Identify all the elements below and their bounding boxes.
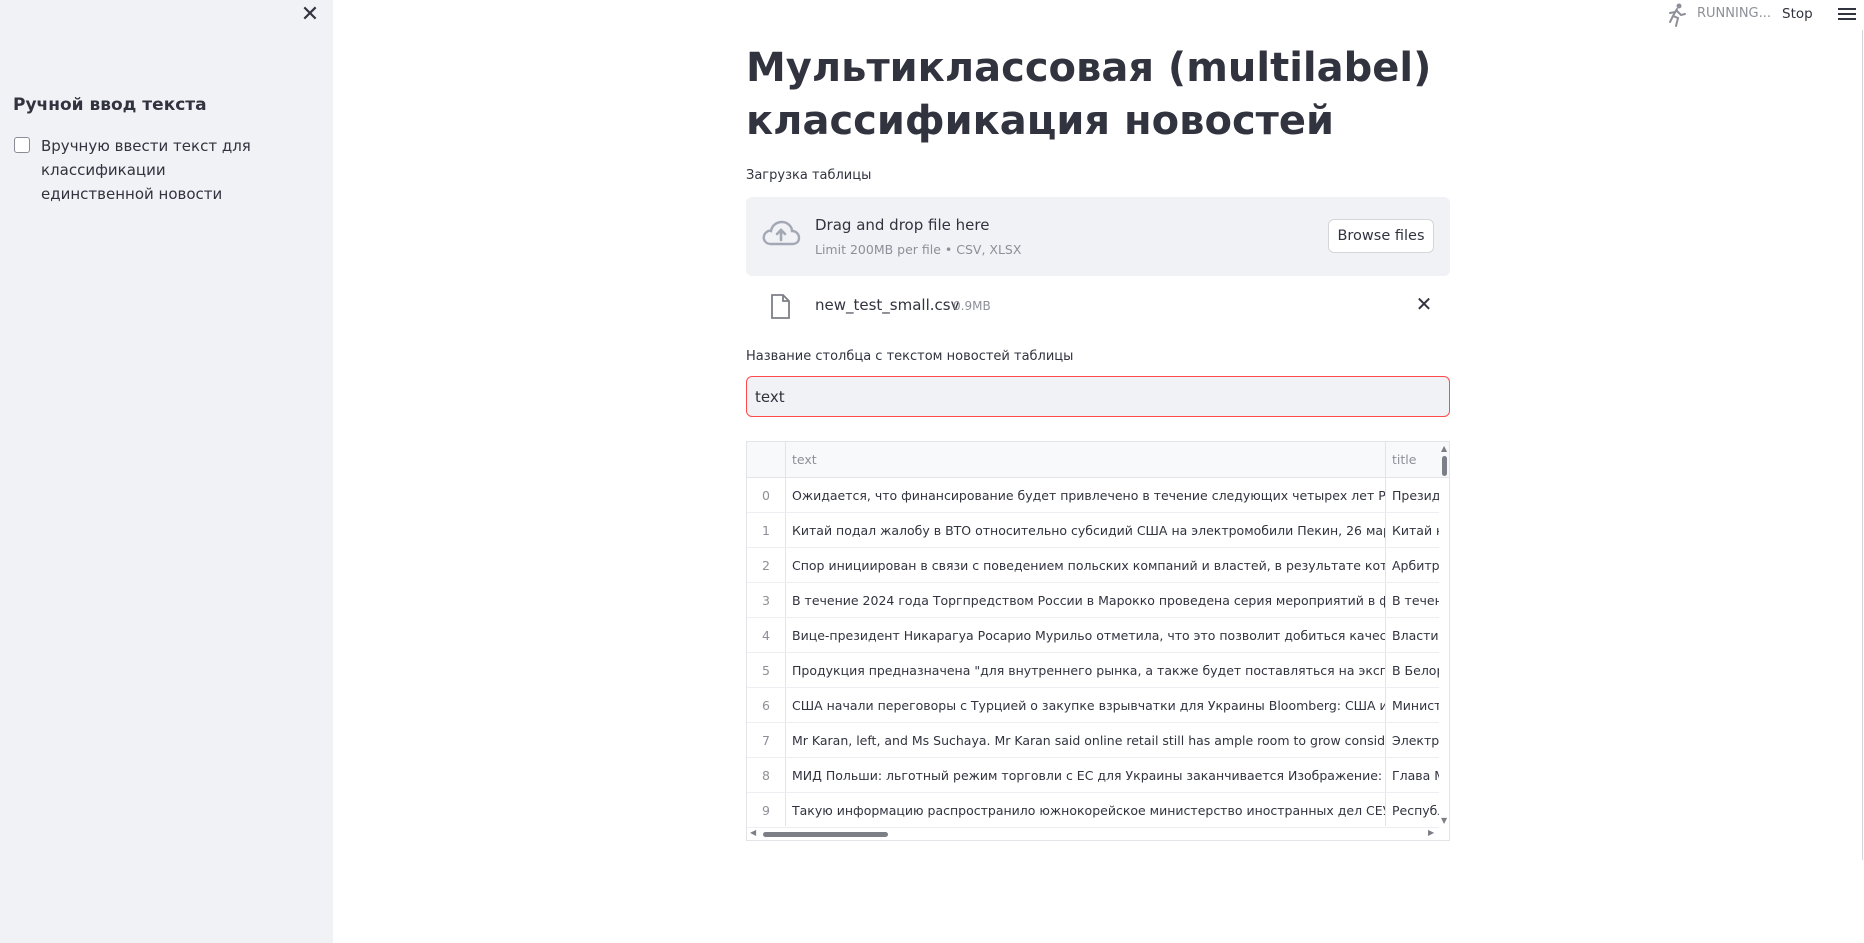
column-header-text[interactable]: text <box>785 442 817 478</box>
cell-title[interactable]: Власти <box>1385 618 1439 653</box>
table-row[interactable]: 1 Китай подал жалобу в ВТО относительно с… <box>747 513 1439 548</box>
cell-title[interactable]: Электро <box>1385 723 1439 758</box>
cell-title[interactable]: Республ <box>1385 793 1439 828</box>
cell-title[interactable]: Арбитра <box>1385 548 1439 583</box>
scroll-up-arrow[interactable]: ▲ <box>1441 444 1447 453</box>
scroll-down-arrow[interactable]: ▼ <box>1441 816 1447 825</box>
close-sidebar-icon[interactable]: ✕ <box>298 3 322 27</box>
cell-title[interactable]: Минист <box>1385 688 1439 723</box>
data-table[interactable]: text title 0 Ожидается, что финансировани… <box>746 441 1450 841</box>
row-index: 2 <box>762 558 770 573</box>
table-row[interactable]: 7 Mr Karan, left, and Ms Suchaya. Mr Kara… <box>747 723 1439 758</box>
file-uploader-label: Загрузка таблицы <box>746 168 872 183</box>
row-index: 9 <box>762 803 770 818</box>
cloud-upload-icon <box>762 220 801 246</box>
row-index: 8 <box>762 768 770 783</box>
vertical-scrollbar-thumb[interactable] <box>1442 456 1447 476</box>
manual-input-checkbox-label[interactable]: Вручную ввести текст для классификации е… <box>41 134 281 206</box>
cell-title[interactable]: Китай н <box>1385 513 1439 548</box>
table-row[interactable]: 9 Такую информацию распространило южнокор… <box>747 793 1439 828</box>
cell-text[interactable]: Ожидается, что финансирование будет прив… <box>785 478 1385 513</box>
table-row[interactable]: 3 В течение 2024 года Торгпредством Росси… <box>747 583 1439 618</box>
row-index: 6 <box>762 698 770 713</box>
uploaded-file-name: new_test_small.csv <box>815 296 960 314</box>
cell-text[interactable]: Спор инициирован в связи с поведением по… <box>785 548 1385 583</box>
browse-files-button[interactable]: Browse files <box>1328 219 1434 253</box>
cell-title[interactable]: Презид <box>1385 478 1439 513</box>
cell-text[interactable]: Продукция предназначена "для внутреннего… <box>785 653 1385 688</box>
main-menu-icon[interactable] <box>1838 5 1856 23</box>
column-name-input[interactable] <box>746 376 1450 417</box>
row-index: 7 <box>762 733 770 748</box>
file-dropzone[interactable]: Drag and drop file here Limit 200MB per … <box>746 197 1450 276</box>
cell-text[interactable]: В течение 2024 года Торгпредством России… <box>785 583 1385 618</box>
page-scrollbar[interactable] <box>1862 30 1863 860</box>
scroll-left-arrow[interactable]: ◀ <box>750 828 756 837</box>
column-header-title[interactable]: title <box>1385 442 1416 478</box>
cell-text[interactable]: Такую информацию распространило южнокоре… <box>785 793 1385 828</box>
table-row[interactable]: 8 МИД Польши: льготный режим торговли с Е… <box>747 758 1439 793</box>
cell-text[interactable]: Вице-президент Никарагуа Росарио Мурильо… <box>785 618 1385 653</box>
row-index: 0 <box>762 488 770 503</box>
stop-button[interactable]: Stop <box>1782 6 1813 22</box>
cell-title[interactable]: В Белор <box>1385 653 1439 688</box>
table-row[interactable]: 5 Продукция предназначена "для внутреннег… <box>747 653 1439 688</box>
table-row[interactable]: 4 Вице-президент Никарагуа Росарио Муриль… <box>747 618 1439 653</box>
row-index: 4 <box>762 628 770 643</box>
dropzone-title: Drag and drop file here <box>815 216 990 234</box>
row-index: 3 <box>762 593 770 608</box>
table-row[interactable]: 0 Ожидается, что финансирование будет при… <box>747 478 1439 513</box>
dropzone-limit: Limit 200MB per file • CSV, XLSX <box>815 242 1022 257</box>
row-index: 1 <box>762 523 770 538</box>
sidebar: ✕ Ручной ввод текста Вручную ввести текс… <box>0 0 333 943</box>
column-name-label: Название столбца с текстом новостей табл… <box>746 349 1074 364</box>
cell-text[interactable]: Китай подал жалобу в ВТО относительно су… <box>785 513 1385 548</box>
running-status: RUNNING... <box>1697 6 1772 21</box>
scroll-right-arrow[interactable]: ▶ <box>1428 828 1434 837</box>
remove-file-icon[interactable]: ✕ <box>1413 293 1435 315</box>
cell-text[interactable]: США начали переговоры с Турцией о закупк… <box>785 688 1385 723</box>
cell-text[interactable]: Mr Karan, left, and Ms Suchaya. Mr Karan… <box>785 723 1385 758</box>
row-index: 5 <box>762 663 770 678</box>
page-title: Мультиклассовая (multilabel) классификац… <box>746 45 1432 144</box>
cell-title[interactable]: В течен <box>1385 583 1439 618</box>
sidebar-heading: Ручной ввод текста <box>13 95 207 115</box>
table-header: text title <box>747 442 1449 478</box>
manual-input-checkbox[interactable] <box>14 137 30 153</box>
horizontal-scrollbar-thumb[interactable] <box>763 832 888 837</box>
file-icon <box>771 294 790 319</box>
running-man-icon <box>1669 3 1686 27</box>
table-row[interactable]: 6 США начали переговоры с Турцией о закуп… <box>747 688 1439 723</box>
uploaded-file-size: 0.9MB <box>953 299 991 313</box>
table-row[interactable]: 2 Спор инициирован в связи с поведением п… <box>747 548 1439 583</box>
cell-text[interactable]: МИД Польши: льготный режим торговли с ЕС… <box>785 758 1385 793</box>
cell-title[interactable]: Глава М <box>1385 758 1439 793</box>
